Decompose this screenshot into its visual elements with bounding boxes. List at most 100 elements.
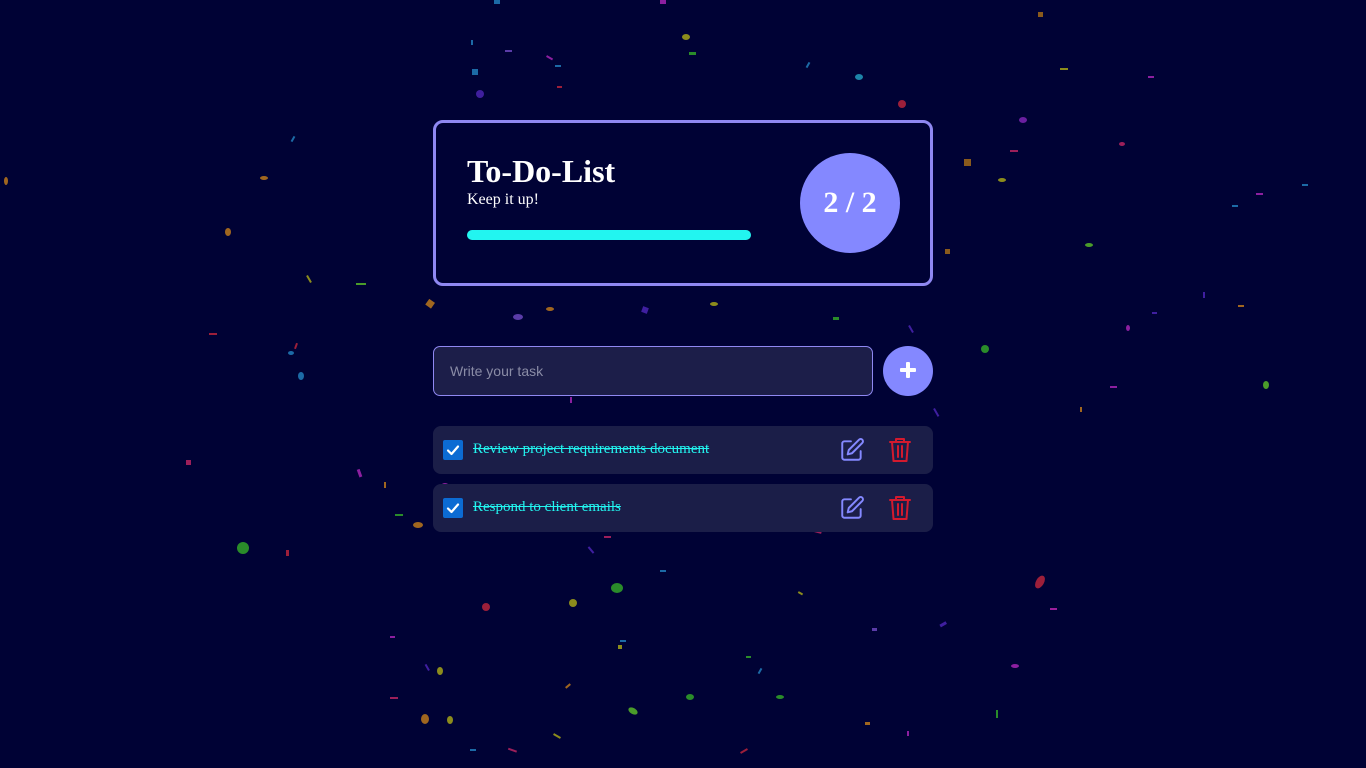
confetti-piece — [757, 667, 763, 675]
confetti-piece — [260, 176, 268, 180]
task-text: Respond to client emails — [473, 499, 621, 515]
confetti-piece — [746, 656, 751, 658]
confetti-piece — [1060, 68, 1068, 70]
confetti-piece — [294, 342, 298, 350]
confetti-piece — [555, 65, 561, 67]
check-icon — [446, 503, 460, 514]
confetti-piece — [660, 0, 666, 4]
confetti-piece — [1263, 381, 1269, 389]
confetti-piece — [933, 408, 940, 417]
confetti-piece — [390, 636, 395, 638]
task-text: Review project requirements document — [473, 441, 710, 457]
confetti-piece — [939, 621, 947, 628]
confetti-piece — [618, 645, 622, 649]
confetti-piece — [237, 542, 249, 554]
add-task-button[interactable] — [883, 346, 933, 396]
plus-icon — [899, 361, 917, 382]
edit-icon — [841, 438, 864, 461]
confetti-piece — [872, 628, 877, 631]
confetti-piece — [611, 583, 623, 593]
confetti-piece — [996, 710, 998, 718]
confetti-piece — [740, 748, 748, 754]
confetti-piece — [470, 749, 476, 751]
confetti-piece — [425, 298, 435, 309]
trash-icon — [889, 496, 911, 520]
confetti-piece — [209, 333, 217, 335]
confetti-piece — [553, 733, 561, 739]
confetti-piece — [833, 317, 839, 320]
confetti-piece — [471, 40, 473, 45]
confetti-piece — [1126, 325, 1130, 331]
confetti-piece — [1085, 243, 1093, 247]
confetti-piece — [776, 695, 784, 699]
confetti-piece — [546, 307, 554, 311]
confetti-piece — [1232, 205, 1238, 207]
confetti-piece — [1011, 664, 1019, 668]
confetti-piece — [472, 69, 478, 75]
confetti-piece — [898, 100, 906, 108]
trash-icon — [889, 438, 911, 462]
confetti-piece — [1148, 76, 1154, 78]
confetti-piece — [482, 603, 490, 611]
confetti-piece — [641, 306, 649, 314]
confetti-piece — [587, 546, 595, 554]
confetti-piece — [1119, 142, 1125, 146]
task-count-badge: 2 / 2 — [800, 153, 900, 253]
confetti-piece — [286, 550, 289, 556]
stats-card: To-Do-List Keep it up! 2 / 2 — [433, 120, 933, 286]
progress-bar-fill — [467, 230, 751, 240]
confetti-piece — [689, 52, 696, 55]
encouragement-text: Keep it up! — [467, 191, 539, 208]
confetti-piece — [225, 228, 231, 236]
confetti-piece — [413, 522, 423, 528]
edit-task-button[interactable] — [838, 436, 866, 464]
confetti-piece — [298, 372, 304, 380]
confetti-piece — [1203, 292, 1205, 298]
confetti-piece — [628, 707, 638, 715]
confetti-piece — [384, 482, 386, 488]
task-item: Respond to client emails — [433, 484, 933, 532]
confetti-piece — [421, 714, 429, 724]
confetti-piece — [288, 351, 294, 355]
confetti-piece — [907, 731, 909, 736]
progress-bar — [467, 230, 751, 240]
delete-task-button[interactable] — [886, 436, 914, 464]
task-checkbox[interactable] — [443, 440, 463, 460]
confetti-piece — [1035, 575, 1045, 589]
confetti-piece — [513, 314, 523, 320]
confetti-piece — [1110, 386, 1117, 388]
confetti-piece — [356, 468, 363, 478]
confetti-piece — [557, 86, 562, 88]
app-title: To-Do-List — [467, 153, 616, 189]
confetti-piece — [390, 697, 398, 699]
confetti-piece — [395, 514, 403, 516]
confetti-piece — [494, 0, 500, 4]
confetti-piece — [964, 159, 971, 166]
add-task-form — [433, 346, 933, 396]
task-checkbox[interactable] — [443, 498, 463, 518]
confetti-piece — [546, 55, 554, 61]
confetti-piece — [186, 460, 191, 465]
delete-task-button[interactable] — [886, 494, 914, 522]
confetti-piece — [507, 747, 518, 753]
confetti-piece — [805, 61, 811, 69]
confetti-piece — [998, 178, 1006, 182]
edit-task-button[interactable] — [838, 494, 866, 522]
task-input[interactable] — [433, 346, 873, 396]
confetti-piece — [447, 716, 453, 724]
todo-app: To-Do-List Keep it up! 2 / 2 Write your … — [433, 120, 933, 532]
edit-icon — [841, 496, 864, 519]
confetti-piece — [476, 90, 484, 98]
confetti-piece — [1152, 312, 1157, 314]
confetti-piece — [797, 591, 804, 596]
confetti-piece — [1050, 608, 1057, 610]
confetti-piece — [682, 34, 690, 40]
confetti-piece — [1080, 407, 1082, 412]
task-list: Review project requirements document Res… — [433, 426, 933, 542]
confetti-piece — [908, 325, 914, 333]
confetti-piece — [1010, 150, 1018, 152]
confetti-piece — [686, 694, 694, 700]
confetti-piece — [620, 640, 626, 642]
confetti-piece — [865, 722, 870, 725]
confetti-piece — [1256, 193, 1263, 195]
